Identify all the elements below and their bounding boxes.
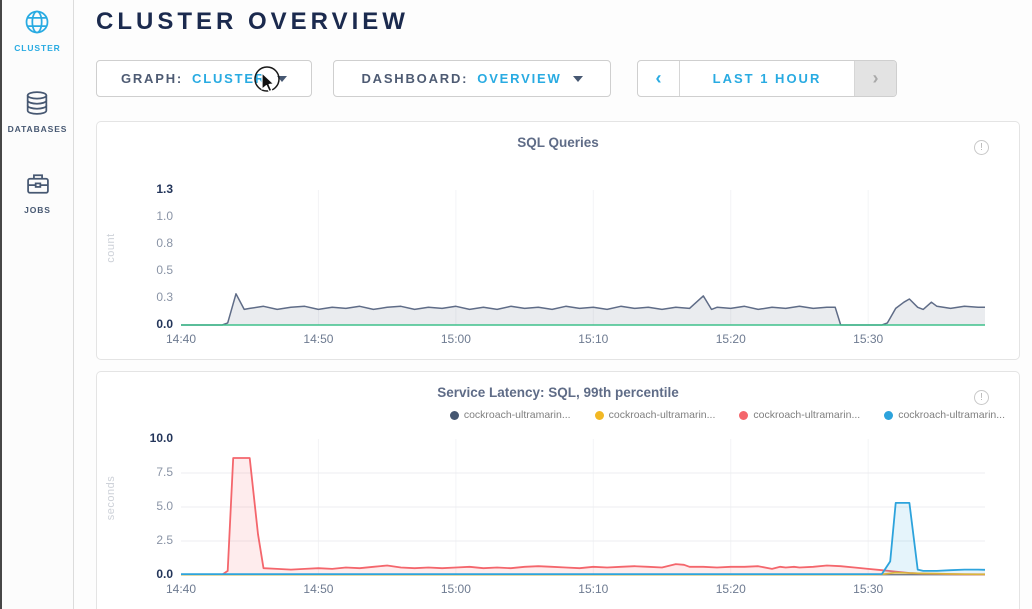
y-tick-label: 10.0 — [121, 431, 173, 445]
series-area-node-blue — [181, 503, 985, 575]
sidebar-item-label: JOBS — [24, 205, 51, 215]
sidebar: CLUSTER DATABASES JOBS — [2, 0, 74, 609]
chart-panel-sql-queries: SQL Queries ! count 1.31.00.80.50.30.014… — [96, 121, 1020, 360]
series-line-node-blue — [181, 503, 985, 574]
series-area-node-red — [181, 458, 985, 575]
y-tick-label: 0.8 — [121, 236, 173, 250]
y-tick-label: 7.5 — [121, 465, 173, 479]
y-tick-label: 0.3 — [121, 290, 173, 304]
x-tick-label: 15:20 — [701, 332, 761, 346]
x-tick-label: 15:00 — [426, 582, 486, 596]
chevron-down-icon — [277, 76, 287, 82]
time-next-button[interactable]: › — [854, 61, 896, 96]
globe-icon — [23, 8, 51, 36]
y-tick-label: 1.3 — [121, 182, 173, 196]
x-tick-label: 14:40 — [151, 582, 211, 596]
x-tick-label: 15:30 — [838, 582, 898, 596]
dashboard-dropdown-label: DASHBOARD: — [361, 71, 468, 86]
sidebar-item-jobs[interactable]: JOBS — [24, 170, 52, 215]
chevron-left-icon: ‹ — [656, 68, 662, 89]
dashboard-dropdown-value: OVERVIEW — [477, 71, 561, 86]
graph-dropdown[interactable]: GRAPH: CLUSTER — [96, 60, 312, 97]
sidebar-item-label: DATABASES — [8, 124, 68, 134]
chevron-down-icon — [573, 76, 583, 82]
time-window-selector: ‹ LAST 1 HOUR › — [637, 60, 897, 97]
x-tick-label: 14:50 — [288, 582, 348, 596]
y-tick-label: 0.5 — [121, 263, 173, 277]
x-tick-label: 14:50 — [288, 332, 348, 346]
y-tick-label: 0.0 — [121, 567, 173, 581]
graph-dropdown-value: CLUSTER — [192, 71, 266, 86]
x-tick-label: 14:40 — [151, 332, 211, 346]
sidebar-item-label: CLUSTER — [14, 43, 60, 53]
time-prev-button[interactable]: ‹ — [638, 61, 680, 96]
x-tick-label: 15:20 — [701, 582, 761, 596]
service-latency-chart[interactable] — [97, 372, 1019, 609]
x-tick-label: 15:10 — [563, 582, 623, 596]
database-icon — [23, 89, 51, 117]
page-title: CLUSTER OVERVIEW — [96, 8, 409, 36]
x-tick-label: 15:00 — [426, 332, 486, 346]
x-tick-label: 15:10 — [563, 332, 623, 346]
y-tick-label: 2.5 — [121, 533, 173, 547]
sidebar-item-cluster[interactable]: CLUSTER — [14, 8, 60, 53]
briefcase-icon — [24, 170, 52, 198]
time-window-label[interactable]: LAST 1 HOUR — [680, 61, 854, 96]
sidebar-item-databases[interactable]: DATABASES — [8, 89, 68, 134]
chevron-right-icon: › — [873, 68, 879, 89]
series-line-node-red — [181, 458, 985, 575]
y-tick-label: 5.0 — [121, 499, 173, 513]
x-tick-label: 15:30 — [838, 332, 898, 346]
y-tick-label: 0.0 — [121, 317, 173, 331]
y-tick-label: 1.0 — [121, 209, 173, 223]
graph-dropdown-label: GRAPH: — [121, 71, 183, 86]
chart-panel-service-latency: Service Latency: SQL, 99th percentile ! … — [96, 371, 1020, 609]
dashboard-dropdown[interactable]: DASHBOARD: OVERVIEW — [333, 60, 611, 97]
series-area-sql-queries — [181, 294, 985, 325]
sql-queries-chart[interactable] — [97, 122, 1019, 359]
